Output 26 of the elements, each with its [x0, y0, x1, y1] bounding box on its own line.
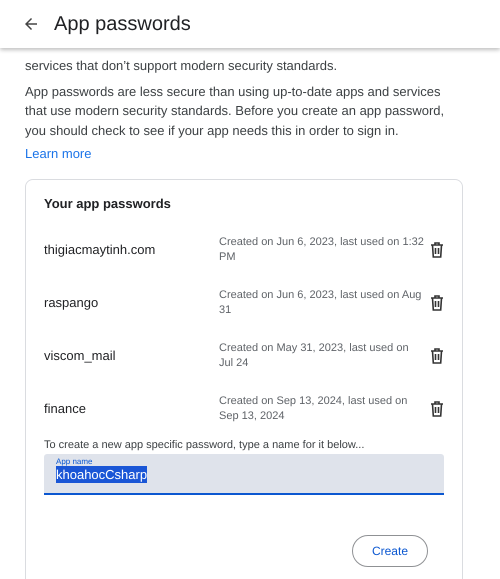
app-name-field[interactable]: App name khoahocCsharp [44, 454, 444, 495]
card-title: Your app passwords [44, 196, 172, 211]
trash-icon [430, 294, 444, 310]
delete-button[interactable] [430, 294, 444, 310]
field-value: khoahocCsharp [56, 466, 148, 483]
delete-button[interactable] [430, 400, 444, 416]
app-password-name: finance [44, 401, 87, 416]
usage-details: Created on Jun 6, 2023, last used on 1:32 PM [219, 234, 424, 264]
app-password-name: thigiacmaytinh.com [44, 242, 156, 257]
description-text: App passwords are less secure than using up-to-date apps and services that use modern security standards. Before you create an app password, you should check to see if your app needs this in order to sign in. [25, 82, 446, 140]
page-title: App passwords [54, 12, 191, 36]
usage-details: Created on Jun 6, 2023, last used on Aug 31 [219, 288, 422, 318]
description-text: services that don’t support modern security standards. [25, 57, 338, 75]
delete-button[interactable] [430, 242, 444, 258]
trash-icon [430, 348, 444, 364]
trash-icon [430, 400, 444, 416]
instruction-text: To create a new app specific password, type a name for it below... [44, 439, 366, 451]
delete-button[interactable] [430, 348, 444, 364]
create-button[interactable]: Create [352, 535, 428, 567]
learn-more-link[interactable]: Learn more [25, 146, 92, 161]
usage-details: Created on May 31, 2023, last used on Jul 24 [219, 340, 410, 370]
app-password-name: viscom_mail [44, 348, 117, 363]
app-password-name: raspango [44, 295, 100, 310]
trash-icon [430, 242, 444, 258]
usage-details: Created on Sep 13, 2024, last used on Sep 13, 2024 [219, 394, 408, 424]
field-label: App name [56, 457, 94, 466]
